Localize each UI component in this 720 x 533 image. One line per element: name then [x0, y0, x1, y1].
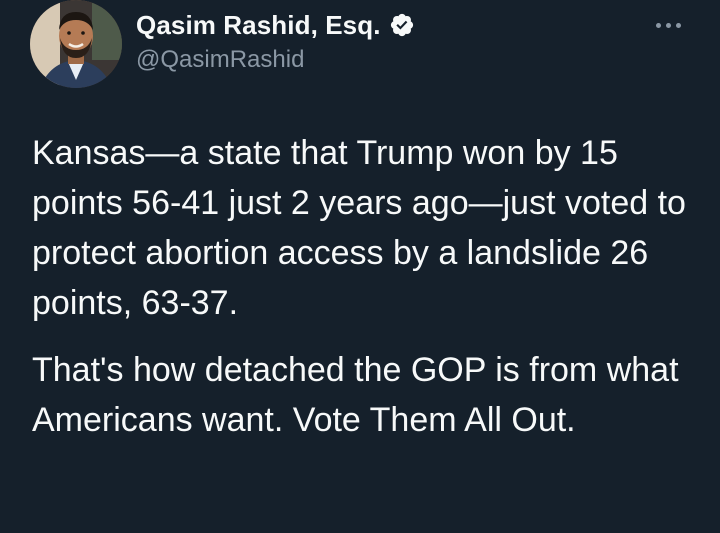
name-row: Qasim Rashid, Esq.	[136, 8, 415, 42]
more-dot	[676, 22, 681, 28]
author-avatar[interactable]	[30, 0, 122, 88]
more-options-icon[interactable]	[656, 20, 686, 30]
tweet-header: Qasim Rashid, Esq. @QasimRashid	[136, 8, 415, 74]
tweet-text: Kansas—a state that Trump won by 15 poin…	[32, 128, 702, 445]
more-dot	[666, 22, 671, 28]
avatar-portrait-icon	[30, 0, 122, 88]
author-handle[interactable]: @QasimRashid	[136, 46, 415, 74]
tweet-paragraph: That's how detached the GOP is from what…	[32, 351, 679, 439]
more-dot	[656, 22, 661, 28]
verified-badge-icon	[389, 12, 415, 38]
tweet-paragraph: Kansas—a state that Trump won by 15 poin…	[32, 134, 686, 322]
author-display-name[interactable]: Qasim Rashid, Esq.	[136, 10, 381, 41]
tweet: Qasim Rashid, Esq. @QasimRashid Kansas—a…	[0, 0, 720, 533]
